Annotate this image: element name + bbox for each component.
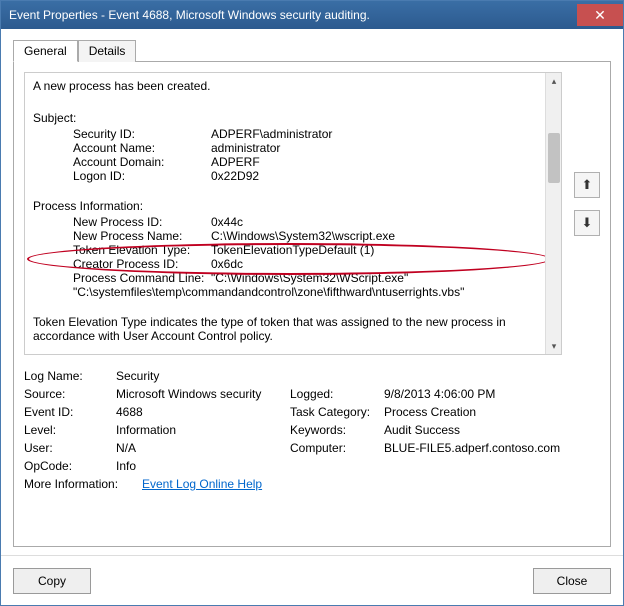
lbl-token-elev: Token Elevation Type:	[73, 243, 211, 257]
val-log-name: Security	[116, 369, 562, 383]
val-source: Microsoft Windows security	[116, 387, 286, 401]
lbl-creator-pid: Creator Process ID:	[73, 257, 211, 271]
val-logged: 9/8/2013 4:06:00 PM	[384, 387, 562, 401]
lbl-new-pname: New Process Name:	[73, 229, 211, 243]
lbl-level: Level:	[24, 423, 112, 437]
copy-button[interactable]: Copy	[13, 568, 91, 594]
lbl-account-name: Account Name:	[73, 141, 211, 155]
tet-note: Token Elevation Type indicates the type …	[33, 315, 553, 343]
lbl-log-name: Log Name:	[24, 369, 112, 383]
lbl-security-id: Security ID:	[73, 127, 211, 141]
arrow-down-icon: ⬇	[582, 215, 593, 231]
window-title: Event Properties - Event 4688, Microsoft…	[9, 8, 577, 22]
lbl-cmdline: Process Command Line:	[73, 271, 211, 285]
val-security-id: ADPERF\administrator	[211, 127, 332, 141]
close-button[interactable]: Close	[533, 568, 611, 594]
val-token-elev: TokenElevationTypeDefault (1)	[211, 243, 374, 257]
lbl-opcode: OpCode:	[24, 459, 112, 473]
event-log-help-link[interactable]: Event Log Online Help	[142, 477, 262, 491]
lbl-logon-id: Logon ID:	[73, 169, 211, 183]
event-meta-grid: Log Name: Security Source: Microsoft Win…	[24, 369, 562, 473]
val-task-cat: Process Creation	[384, 405, 562, 419]
lbl-source: Source:	[24, 387, 112, 401]
close-icon: ✕	[594, 7, 606, 24]
arrow-up-icon: ⬆	[582, 177, 593, 193]
dialog-footer: Copy Close	[1, 555, 623, 605]
val-keywords: Audit Success	[384, 423, 562, 437]
lbl-user: User:	[24, 441, 112, 455]
lbl-logged: Logged:	[290, 387, 380, 401]
scroll-thumb[interactable]	[548, 133, 560, 183]
more-info-row: More Information: Event Log Online Help	[24, 477, 562, 491]
lbl-task-cat: Task Category:	[290, 405, 380, 419]
lbl-computer: Computer:	[290, 441, 380, 455]
val-level: Information	[116, 423, 286, 437]
lbl-new-pid: New Process ID:	[73, 215, 211, 229]
val-event-id: 4688	[116, 405, 286, 419]
titlebar[interactable]: Event Properties - Event 4688, Microsoft…	[1, 1, 623, 29]
scroll-up-icon[interactable]: ▴	[546, 73, 562, 89]
lbl-account-domain: Account Domain:	[73, 155, 211, 169]
client-area: General Details A new process has been c…	[1, 29, 623, 555]
lbl-more-info: More Information:	[24, 477, 142, 491]
lbl-event-id: Event ID:	[24, 405, 112, 419]
val-computer: BLUE-FILE5.adperf.contoso.com	[384, 441, 562, 455]
scroll-down-icon[interactable]: ▾	[546, 338, 562, 354]
desc-scrollbar[interactable]: ▴ ▾	[545, 73, 561, 354]
subject-header: Subject:	[33, 111, 553, 125]
val-account-name: administrator	[211, 141, 280, 155]
desc-created: A new process has been created.	[33, 79, 553, 93]
close-window-button[interactable]: ✕	[577, 4, 623, 26]
val-logon-id: 0x22D92	[211, 169, 259, 183]
tab-general[interactable]: General	[13, 40, 78, 62]
prev-event-button[interactable]: ⬆	[574, 172, 600, 198]
val-creator-pid: 0x6dc	[211, 257, 243, 271]
event-properties-window: Event Properties - Event 4688, Microsoft…	[0, 0, 624, 606]
val-user: N/A	[116, 441, 286, 455]
val-new-pid: 0x44c	[211, 215, 243, 229]
side-nav: ⬆ ⬇	[574, 172, 600, 236]
val-account-domain: ADPERF	[211, 155, 260, 169]
tabstrip: General Details	[13, 39, 611, 61]
val-new-pname: C:\Windows\System32\wscript.exe	[211, 229, 395, 243]
process-header: Process Information:	[33, 199, 553, 213]
lbl-keywords: Keywords:	[290, 423, 380, 437]
tab-details[interactable]: Details	[78, 40, 137, 62]
tab-panel-general: A new process has been created. Subject:…	[13, 61, 611, 547]
event-description-box[interactable]: A new process has been created. Subject:…	[24, 72, 562, 355]
val-opcode: Info	[116, 459, 562, 473]
next-event-button[interactable]: ⬇	[574, 210, 600, 236]
